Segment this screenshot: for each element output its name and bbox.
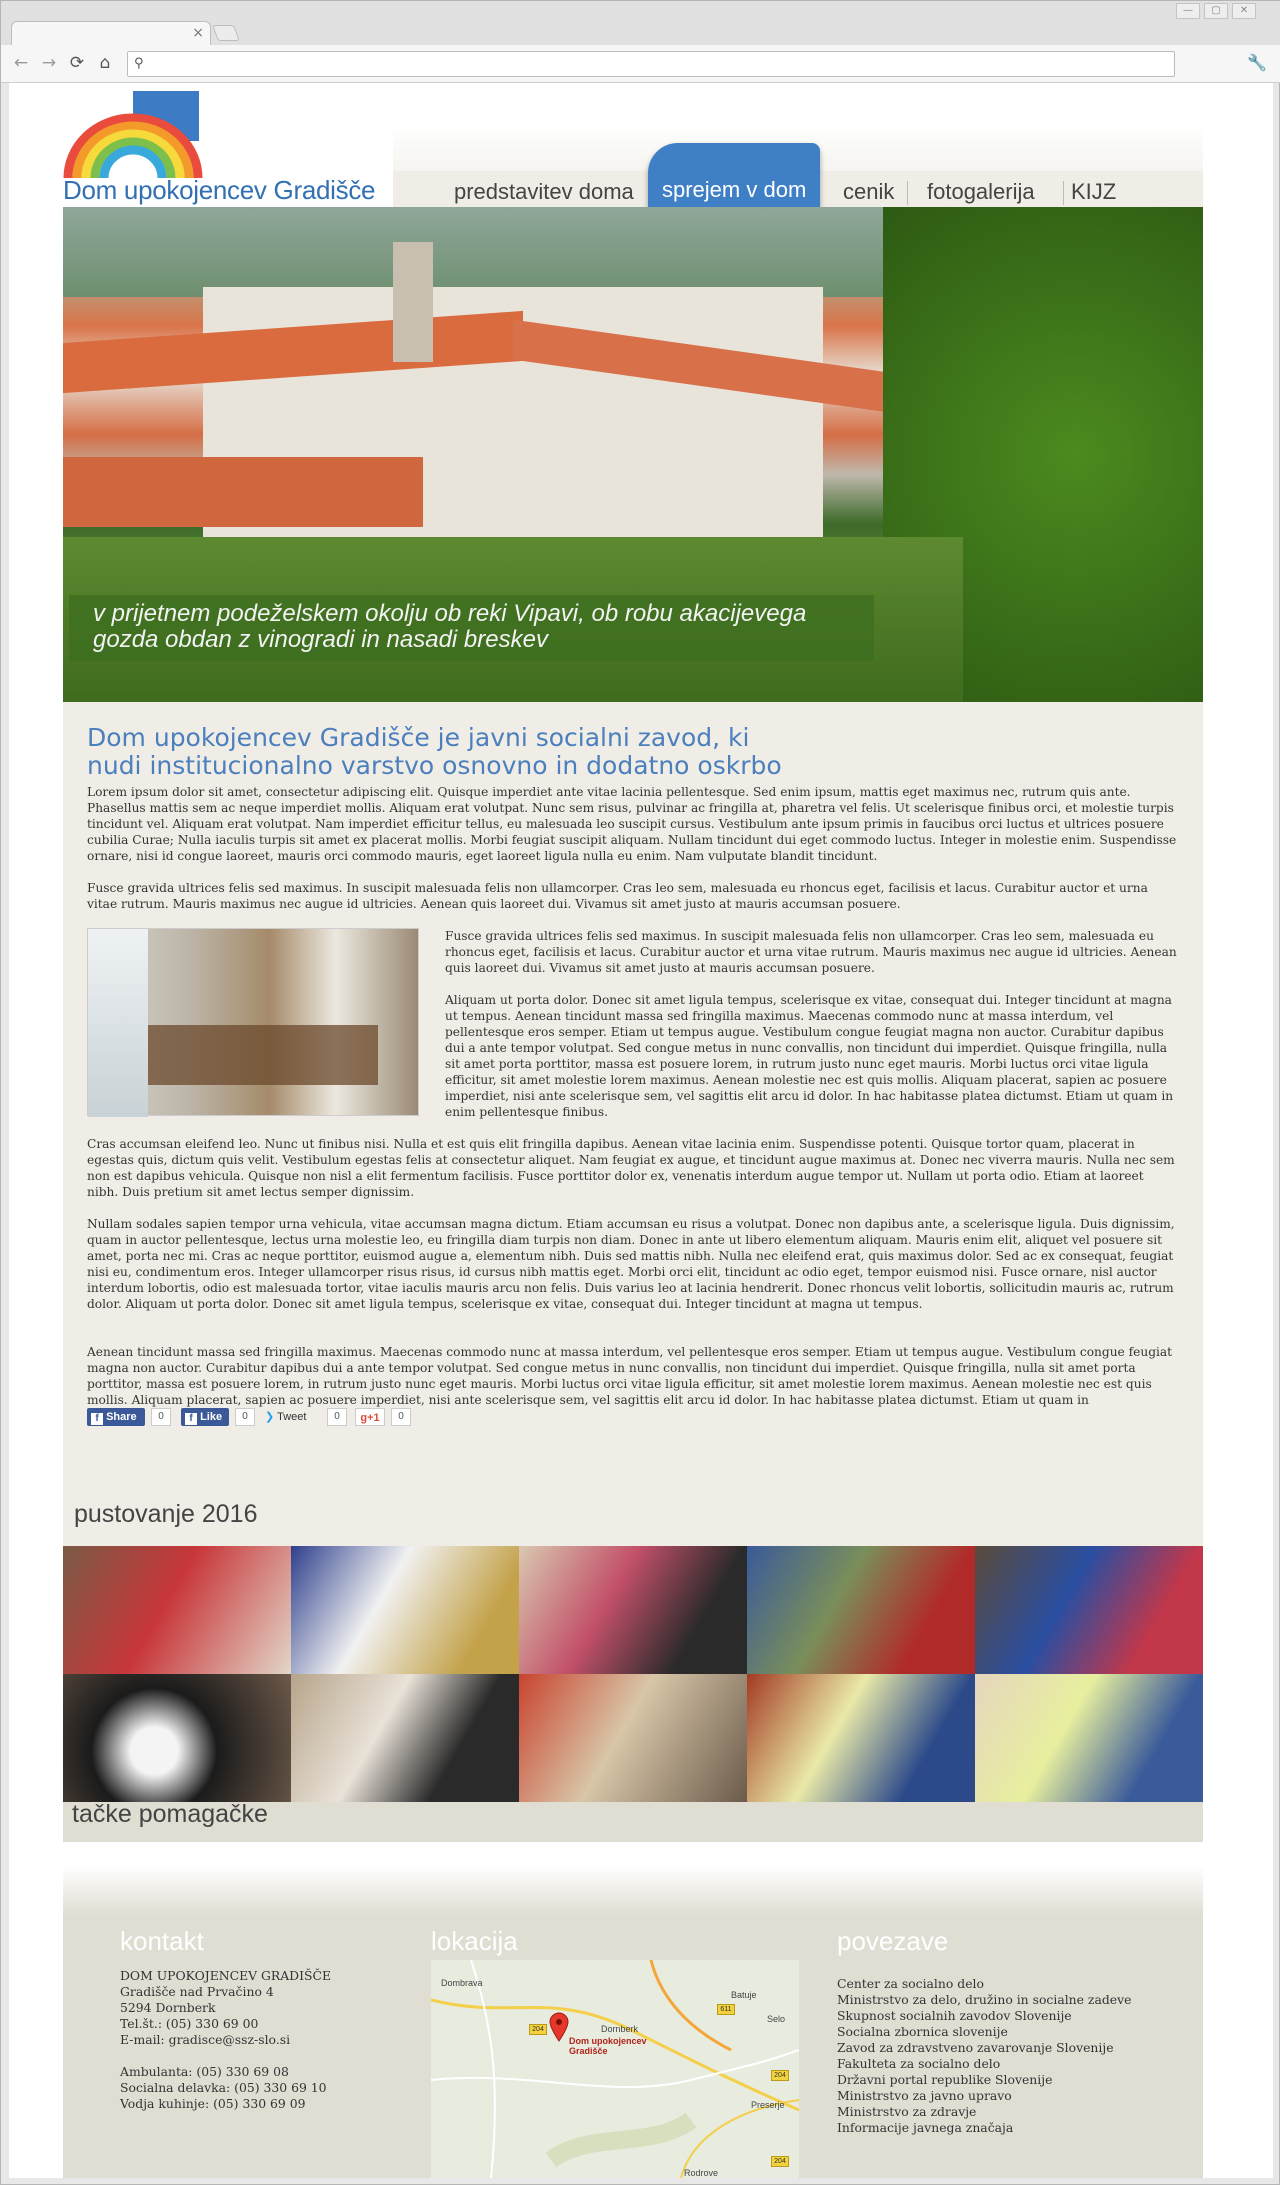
contact-line: 5294 Dornberk xyxy=(120,2000,216,2015)
home-icon[interactable]: ⌂ xyxy=(95,53,115,73)
minimize-button[interactable]: — xyxy=(1176,3,1200,19)
road-number: 204 xyxy=(771,2070,789,2081)
contact-phone: Tel.št.: (05) 330 69 00 xyxy=(120,2016,259,2031)
footer-link[interactable]: Fakulteta za socialno delo xyxy=(837,2056,1000,2072)
hero-chimney xyxy=(393,242,433,362)
gallery-title[interactable]: pustovanje 2016 xyxy=(74,1500,257,1529)
page-viewport: Dom upokojencev Gradišče predstavitev do… xyxy=(9,83,1273,2178)
gallery-photo[interactable] xyxy=(975,1674,1203,1802)
map-label: Dombrava xyxy=(441,1978,483,1988)
reload-icon[interactable]: ⟳ xyxy=(67,53,87,73)
footer-link[interactable]: Ministrstvo za javno upravo xyxy=(837,2088,1012,2104)
gallery-photo[interactable] xyxy=(291,1674,519,1802)
close-window-button[interactable]: ✕ xyxy=(1232,3,1256,19)
map-marker-label: Dom upokojencev Gradišče xyxy=(569,2036,647,2056)
footer-link[interactable]: Center za socialno delo xyxy=(837,1976,984,1992)
gallery-photo[interactable] xyxy=(747,1546,975,1674)
map-label: Batuje xyxy=(731,1990,757,2000)
gallery-grid xyxy=(63,1546,1203,1802)
nav-separator xyxy=(1063,181,1064,205)
location-map[interactable]: Dombrava Batuje Selo Dornberk Preserje R… xyxy=(431,1960,799,2178)
close-tab-icon[interactable]: × xyxy=(192,25,204,41)
hero-caption: v prijetnem podeželskem okolju ob reki V… xyxy=(69,595,874,661)
footer-link[interactable]: Informacije javnega značaja xyxy=(837,2120,1013,2136)
nav-cenik[interactable]: cenik xyxy=(843,179,894,205)
gallery-photo[interactable] xyxy=(519,1674,747,1802)
footer-link[interactable]: Ministrstvo za zdravje xyxy=(837,2104,976,2120)
new-tab-button[interactable] xyxy=(212,25,240,41)
gallery-layer: pustovanje 2016 tačke pomagačke xyxy=(63,702,1203,1842)
nav-separator xyxy=(907,181,908,205)
nav-kijz[interactable]: KIJZ xyxy=(1071,179,1116,205)
map-pin-icon[interactable] xyxy=(548,2012,570,2042)
footer-link[interactable]: Državni portal republike Slovenije xyxy=(837,2072,1052,2088)
contact-line: Socialna delavka: (05) 330 69 10 xyxy=(120,2080,327,2095)
map-label: Preserje xyxy=(751,2100,785,2110)
tab-bar: × — ▢ ✕ xyxy=(1,1,1280,47)
gallery-photo[interactable] xyxy=(975,1546,1203,1674)
gallery-subtitle[interactable]: tačke pomagačke xyxy=(72,1800,268,1829)
footer-link[interactable]: Ministrstvo za delo, družino in socialne… xyxy=(837,1992,1131,2008)
contact-line: DOM UPOKOJENCEV GRADIŠČE xyxy=(120,1968,332,1983)
footer-lokacija-heading: lokacija xyxy=(431,1926,518,1956)
road-number: 204 xyxy=(771,2156,789,2167)
footer-link[interactable]: Socialna zbornica slovenije xyxy=(837,2024,1008,2040)
contact-line: Vodja kuhinje: (05) 330 69 09 xyxy=(120,2096,306,2111)
hero-roof xyxy=(63,457,423,527)
browser-tab[interactable]: × xyxy=(11,21,211,47)
search-icon: ⚲ xyxy=(134,56,144,71)
map-label: Selo xyxy=(767,2014,786,2024)
contact-email[interactable]: E-mail: gradisce@ssz-slo.si xyxy=(120,2032,290,2048)
maximize-button[interactable]: ▢ xyxy=(1204,3,1228,19)
gallery-photo[interactable] xyxy=(63,1674,291,1802)
footer: kontakt DOM UPOKOJENCEV GRADIŠČE Gradišč… xyxy=(63,1916,1203,2178)
footer-grass xyxy=(63,1866,1203,1916)
logo-title: Dom upokojencev Gradišče xyxy=(63,175,376,205)
contact-line: Ambulanta: (05) 330 69 08 xyxy=(120,2064,289,2079)
footer-povezave-heading: povezave xyxy=(837,1926,949,1956)
browser-window: × — ▢ ✕ ← → ⟳ ⌂ ⚲ 🔧 Dom upokojencev Grad… xyxy=(0,0,1280,2185)
map-label: Rodrove xyxy=(684,2168,719,2178)
address-bar[interactable]: ⚲ xyxy=(127,51,1175,77)
road-number: 611 xyxy=(717,2004,735,2015)
back-arrow-icon[interactable]: ← xyxy=(11,53,31,73)
gallery-photo[interactable] xyxy=(63,1546,291,1674)
rainbow-icon xyxy=(63,113,203,178)
footer-link[interactable]: Skupnost socialnih zavodov Slovenije xyxy=(837,2008,1072,2024)
hero-caption-text: v prijetnem podeželskem okolju ob reki V… xyxy=(93,600,807,653)
wrench-icon[interactable]: 🔧 xyxy=(1247,53,1267,72)
contact-line: Gradišče nad Prvačino 4 xyxy=(120,1984,274,1999)
browser-toolbar: ← → ⟳ ⌂ ⚲ 🔧 xyxy=(1,45,1280,83)
footer-kontakt-heading: kontakt xyxy=(120,1926,204,1956)
nav-predstavitev-doma[interactable]: predstavitev doma xyxy=(454,179,634,205)
gallery-photo[interactable] xyxy=(747,1674,975,1802)
logo[interactable]: Dom upokojencev Gradišče xyxy=(63,91,393,211)
road-number: 204 xyxy=(529,2024,547,2035)
gallery-photo[interactable] xyxy=(519,1546,747,1674)
gallery-photo[interactable] xyxy=(291,1546,519,1674)
map-label: Dornberk xyxy=(601,2024,639,2034)
footer-link[interactable]: Zavod za zdravstveno zavarovanje Sloveni… xyxy=(837,2040,1114,2056)
forward-arrow-icon[interactable]: → xyxy=(39,53,59,73)
nav-active-label: sprejem v dom xyxy=(662,177,807,202)
nav-fotogalerija[interactable]: fotogalerija xyxy=(927,179,1035,205)
hero-image: v prijetnem podeželskem okolju ob reki V… xyxy=(63,207,1203,702)
site-container: Dom upokojencev Gradišče predstavitev do… xyxy=(63,83,1203,2178)
